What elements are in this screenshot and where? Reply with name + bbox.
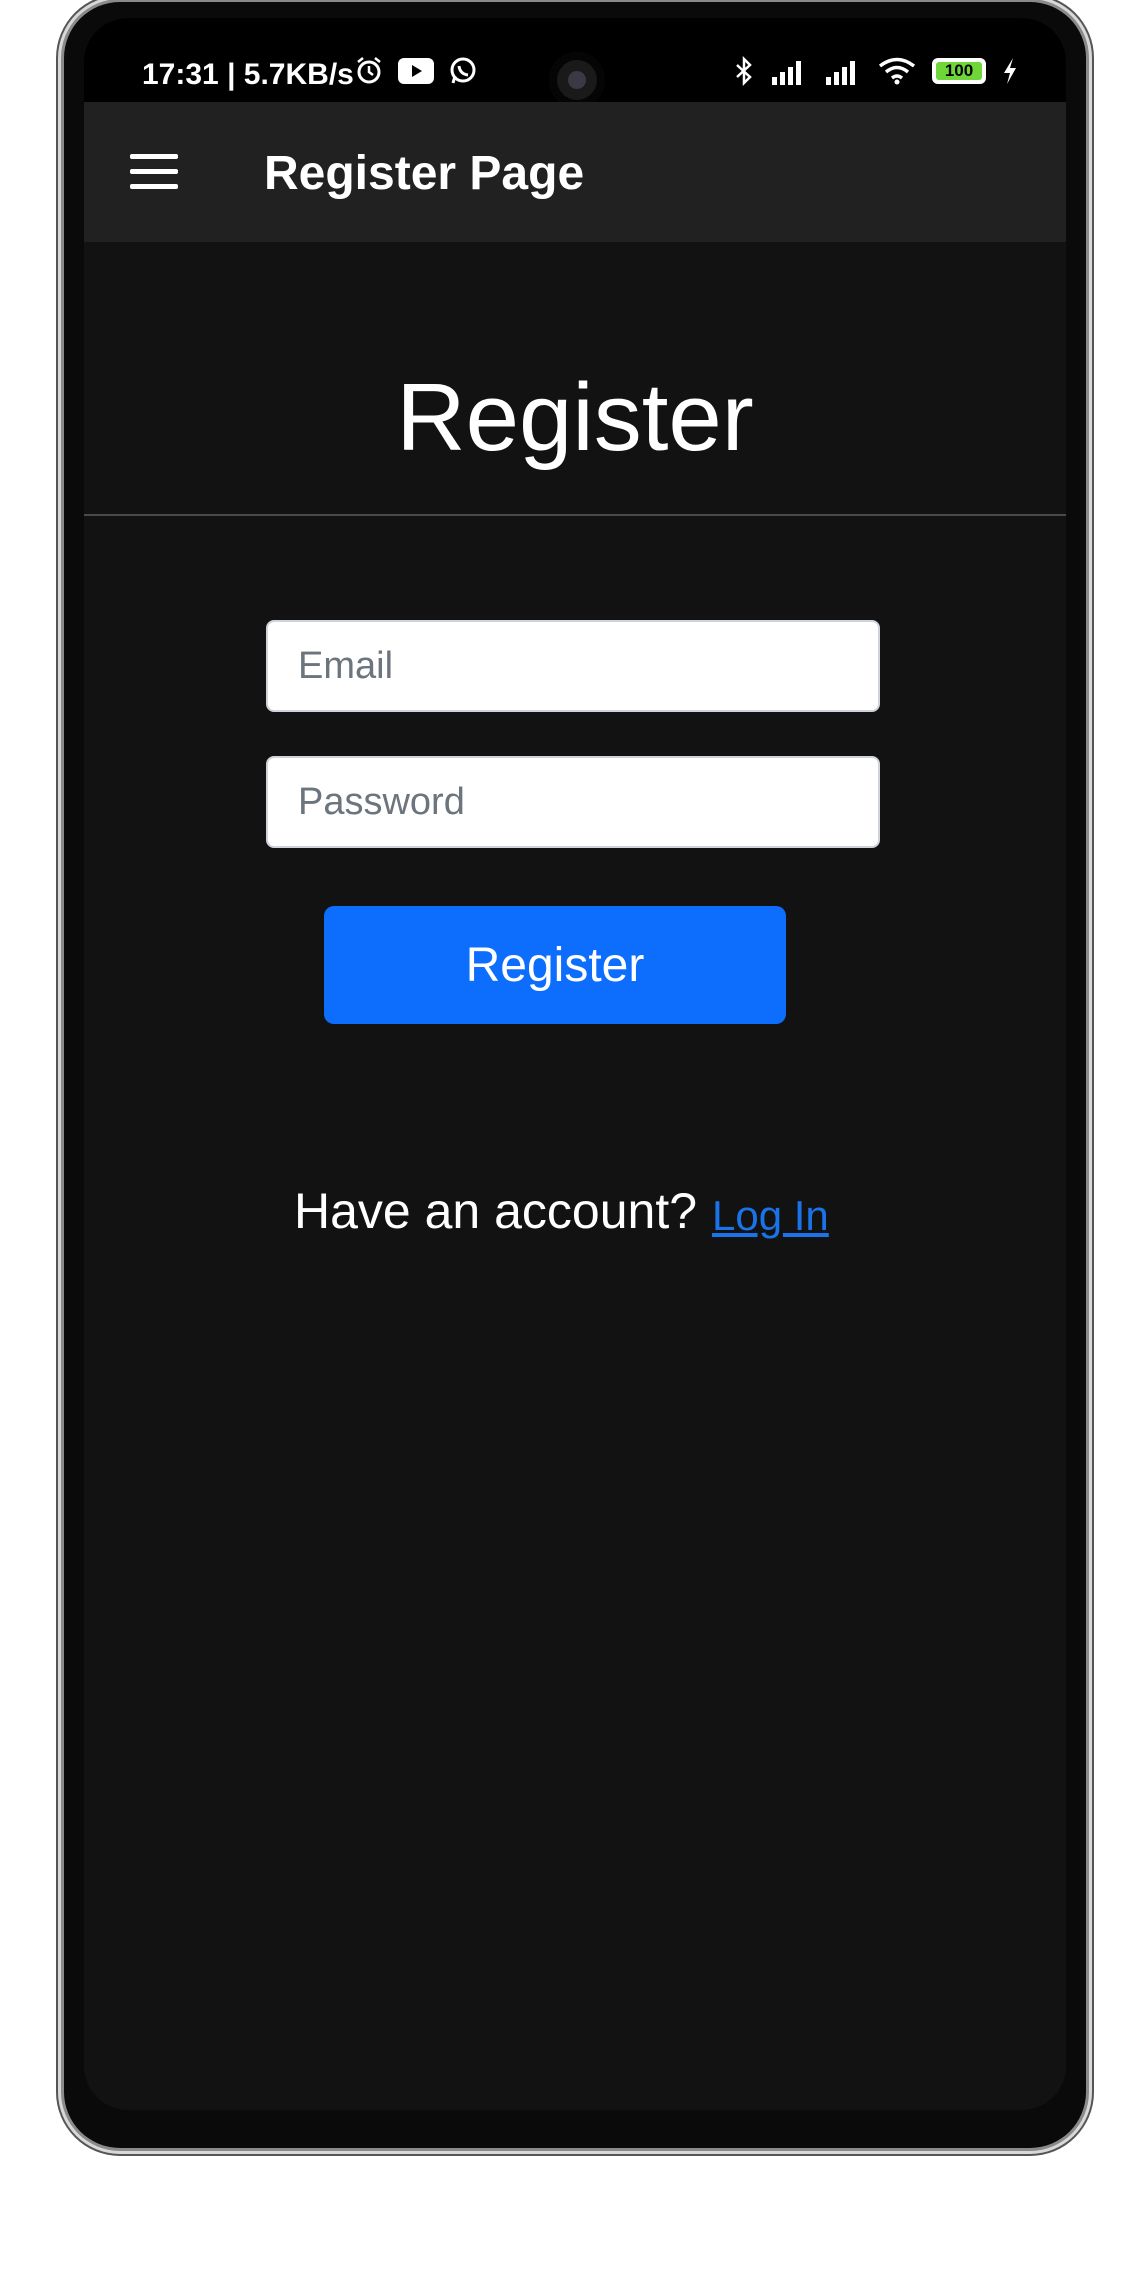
status-left-icons: [354, 56, 478, 86]
register-heading: Register: [396, 364, 754, 471]
register-button[interactable]: Register: [324, 906, 786, 1024]
wifi-icon: [878, 57, 916, 85]
status-bar: 17:31 | 5.7KB/s 100: [84, 18, 1066, 108]
app-screen: 17:31 | 5.7KB/s 100 Register Page Regist…: [84, 18, 1066, 2110]
status-time: 17:31 | 5.7KB/s: [142, 58, 354, 91]
youtube-icon: [398, 58, 434, 84]
page-title: Register Page: [264, 147, 585, 200]
power-button: [56, 762, 63, 904]
app-bar: Register Page: [84, 102, 1066, 242]
divider: [84, 514, 1066, 516]
alarm-icon: [357, 57, 381, 84]
login-link[interactable]: Log In: [712, 1188, 829, 1244]
bluetooth-icon: [736, 56, 752, 86]
status-right-icons: 100: [734, 56, 1018, 86]
charging-icon: [1004, 58, 1016, 84]
email-field[interactable]: [266, 620, 880, 712]
password-field[interactable]: [266, 756, 880, 848]
hamburger-menu-icon[interactable]: [130, 154, 178, 190]
signal-icon: [826, 61, 855, 85]
battery-icon: 100: [932, 58, 986, 84]
whatsapp-icon: [450, 57, 476, 84]
volume-button: [56, 350, 63, 620]
have-account-text: Have an account?: [294, 1183, 698, 1239]
front-camera: [549, 52, 605, 108]
signal-icon: [772, 61, 801, 85]
battery-level: 100: [944, 61, 974, 80]
